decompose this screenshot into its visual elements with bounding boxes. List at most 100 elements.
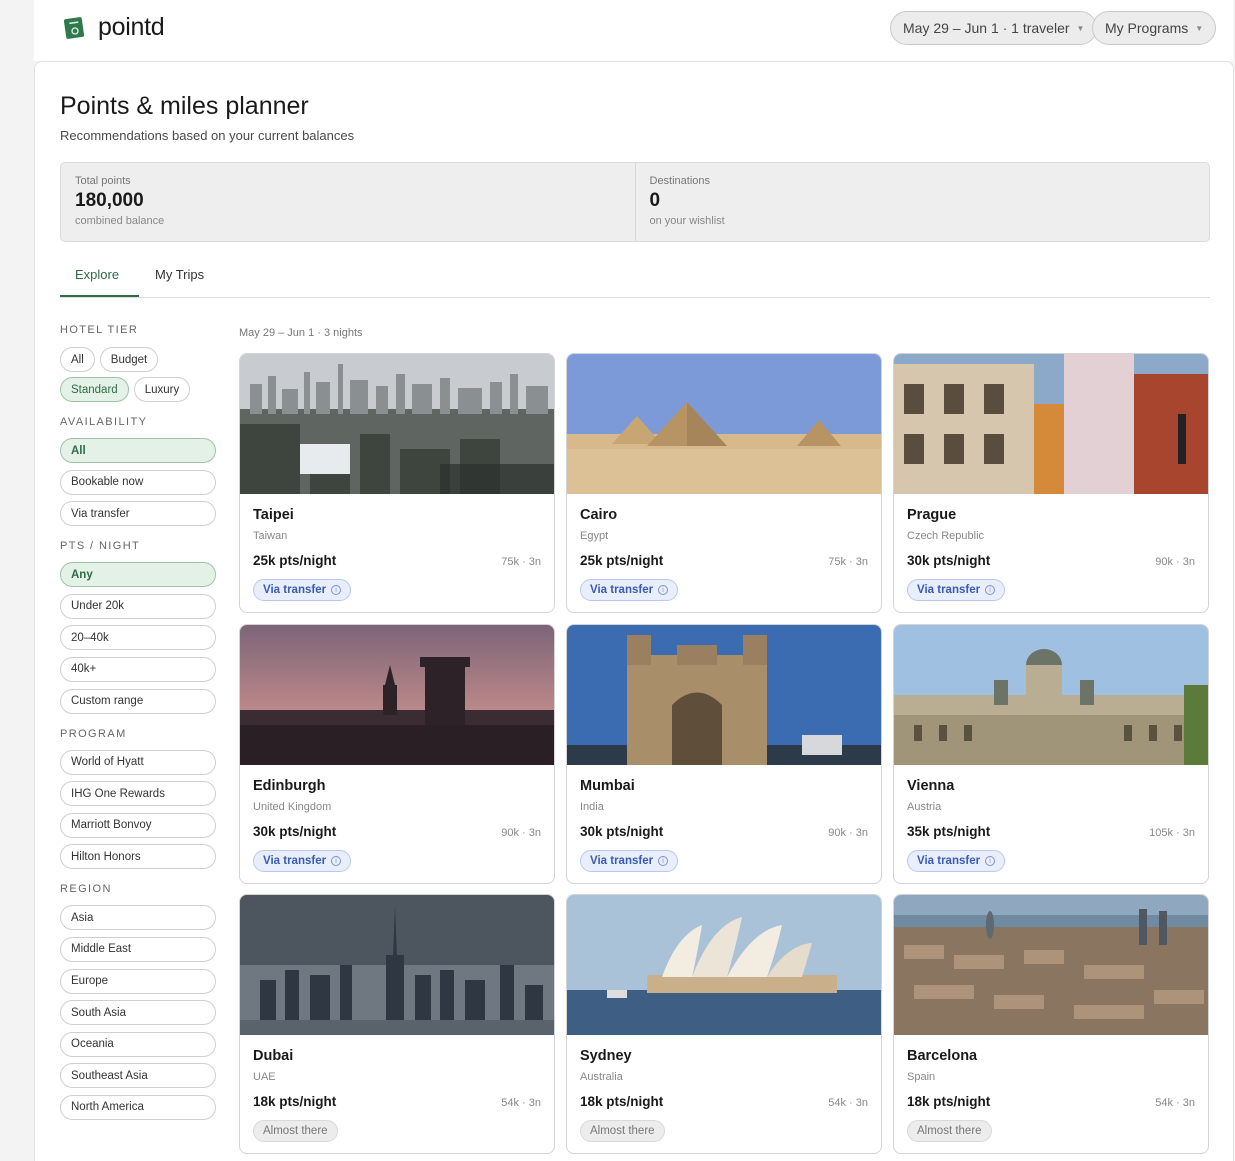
badge-label: Almost there xyxy=(917,1125,982,1137)
card-country: India xyxy=(580,801,604,813)
hotel-tier-all[interactable]: All xyxy=(60,347,95,372)
availability-bookable-now[interactable]: Bookable now xyxy=(60,469,216,495)
via-transfer-badge[interactable]: Via transfer i xyxy=(580,579,679,601)
dubai-skyline-image xyxy=(240,895,554,1035)
info-icon[interactable]: i xyxy=(985,585,996,595)
destination-card-prague[interactable]: Prague Czech Republic 30k pts/night 90k … xyxy=(893,353,1209,613)
logo[interactable]: pointd xyxy=(63,13,165,42)
card-points-per-night: 30k pts/night xyxy=(907,553,991,568)
region-europe[interactable]: Europe xyxy=(60,968,216,994)
card-total: 105k · 3n xyxy=(1149,827,1195,839)
card-total: 54k · 3n xyxy=(828,1097,868,1109)
card-country: Czech Republic xyxy=(907,530,985,542)
pts-under-20k[interactable]: Under 20k xyxy=(60,593,216,619)
hotel-tier-standard[interactable]: Standard xyxy=(60,377,129,402)
card-city: Taipei xyxy=(253,507,294,523)
program-world-of-hyatt[interactable]: World of Hyatt xyxy=(60,749,216,775)
info-icon[interactable]: i xyxy=(331,856,342,866)
card-total: 90k · 3n xyxy=(828,827,868,839)
badge-label: Almost there xyxy=(263,1125,328,1137)
hotel-tier-luxury[interactable]: Luxury xyxy=(133,377,191,402)
card-city: Sydney xyxy=(580,1048,632,1064)
filter-region: REGION Asia Middle East Europe South Asi… xyxy=(60,883,216,1120)
info-icon[interactable]: i xyxy=(658,585,669,595)
prague-facades-image xyxy=(894,354,1208,494)
badge-label: Via transfer xyxy=(263,584,327,596)
stat-value: 0 xyxy=(649,190,661,211)
chevron-down-icon: ▼ xyxy=(1195,23,1204,33)
info-icon[interactable]: i xyxy=(331,585,342,595)
edinburgh-sunset-image xyxy=(240,625,554,765)
destination-card-cairo[interactable]: Cairo Egypt 25k pts/night 75k · 3n Via t… xyxy=(566,353,882,613)
destination-card-sydney[interactable]: Sydney Australia 18k pts/night 54k · 3n … xyxy=(566,894,882,1154)
region-oceania[interactable]: Oceania xyxy=(60,1031,216,1057)
hotel-tier-budget[interactable]: Budget xyxy=(99,347,159,372)
info-icon[interactable]: i xyxy=(658,856,669,866)
stat-note: combined balance xyxy=(75,215,165,227)
destination-card-vienna[interactable]: Vienna Austria 35k pts/night 105k · 3n V… xyxy=(893,624,1209,884)
card-points-per-night: 30k pts/night xyxy=(253,824,337,839)
via-transfer-badge[interactable]: Via transfer i xyxy=(253,850,352,872)
via-transfer-badge[interactable]: Via transfer i xyxy=(907,579,1006,601)
card-country: Australia xyxy=(580,1071,623,1083)
filter-sidebar: HOTEL TIER All Budget Standard Luxury AV… xyxy=(60,324,216,1134)
via-transfer-badge[interactable]: Via transfer i xyxy=(580,850,679,872)
trip-selector-button[interactable]: May 29 – Jun 1 · 1 traveler ▼ xyxy=(890,11,1098,45)
info-icon[interactable]: i xyxy=(985,856,996,866)
card-points-per-night: 18k pts/night xyxy=(580,1094,664,1109)
my-programs-button[interactable]: My Programs ▼ xyxy=(1092,11,1217,45)
card-total: 90k · 3n xyxy=(501,827,541,839)
barcelona-aerial-image xyxy=(894,895,1208,1035)
results-date-label: May 29 – Jun 1 · 3 nights xyxy=(239,327,363,339)
stat-destinations: Destinations 0 on your wishlist xyxy=(634,163,1210,241)
program-hilton-honors[interactable]: Hilton Honors xyxy=(60,844,216,870)
taipei-skyline-image xyxy=(240,354,554,494)
pts-custom-range[interactable]: Custom range xyxy=(60,688,216,714)
badge-label: Via transfer xyxy=(917,584,981,596)
stat-note: on your wishlist xyxy=(649,215,725,227)
destination-card-barcelona[interactable]: Barcelona Spain 18k pts/night 54k · 3n A… xyxy=(893,894,1209,1154)
stat-total-points: Total points 180,000 combined balance xyxy=(61,163,635,241)
card-city: Prague xyxy=(907,507,957,523)
availability-all[interactable]: All xyxy=(60,438,216,463)
program-marriott-bonvoy[interactable]: Marriott Bonvoy xyxy=(60,812,216,838)
card-points-per-night: 35k pts/night xyxy=(907,824,991,839)
filter-pts-night: PTS / NIGHT Any Under 20k 20–40k 40k+ Cu… xyxy=(60,540,216,714)
tab-my-trips[interactable]: My Trips xyxy=(155,267,204,282)
via-transfer-badge[interactable]: Via transfer i xyxy=(907,850,1006,872)
filter-group-title: AVAILABILITY xyxy=(60,416,148,428)
card-city: Edinburgh xyxy=(253,778,326,794)
pts-20-40k[interactable]: 20–40k xyxy=(60,625,216,651)
badge-label: Via transfer xyxy=(263,855,327,867)
destination-card-taipei[interactable]: Taipei Taiwan 25k pts/night 75k · 3n Via… xyxy=(239,353,555,613)
card-country: Spain xyxy=(907,1071,936,1083)
pts-40k-plus[interactable]: 40k+ xyxy=(60,656,216,682)
main-panel: Points & miles planner Recommendations b… xyxy=(34,61,1234,1161)
badge-label: Via transfer xyxy=(590,584,654,596)
tab-bar: Explore My Trips xyxy=(60,257,1210,298)
region-middle-east[interactable]: Middle East xyxy=(60,936,216,962)
filter-group-title: PTS / NIGHT xyxy=(60,540,141,553)
chevron-down-icon: ▼ xyxy=(1076,23,1085,33)
card-points-per-night: 18k pts/night xyxy=(907,1094,991,1109)
card-total: 54k · 3n xyxy=(1155,1097,1195,1109)
via-transfer-badge[interactable]: Via transfer i xyxy=(253,579,352,601)
destination-card-mumbai[interactable]: Mumbai India 30k pts/night 90k · 3n Via … xyxy=(566,624,882,884)
pts-any[interactable]: Any xyxy=(60,562,216,588)
region-southeast-asia[interactable]: Southeast Asia xyxy=(60,1063,216,1089)
card-city: Barcelona xyxy=(907,1048,978,1064)
card-total: 54k · 3n xyxy=(501,1097,541,1109)
region-north-america[interactable]: North America xyxy=(60,1094,216,1120)
destination-card-dubai[interactable]: Dubai UAE 18k pts/night 54k · 3n Almost … xyxy=(239,894,555,1154)
card-city: Mumbai xyxy=(580,778,635,794)
vienna-museum-image xyxy=(894,625,1208,765)
card-country: Austria xyxy=(907,801,942,813)
program-ihg-one-rewards[interactable]: IHG One Rewards xyxy=(60,781,216,807)
availability-via-transfer[interactable]: Via transfer xyxy=(60,501,216,527)
region-asia[interactable]: Asia xyxy=(60,905,216,931)
destination-card-edinburgh[interactable]: Edinburgh United Kingdom 30k pts/night 9… xyxy=(239,624,555,884)
filter-group-title: REGION xyxy=(60,883,112,896)
region-south-asia[interactable]: South Asia xyxy=(60,1000,216,1026)
card-country: Taiwan xyxy=(253,530,288,542)
tab-explore[interactable]: Explore xyxy=(75,267,119,282)
